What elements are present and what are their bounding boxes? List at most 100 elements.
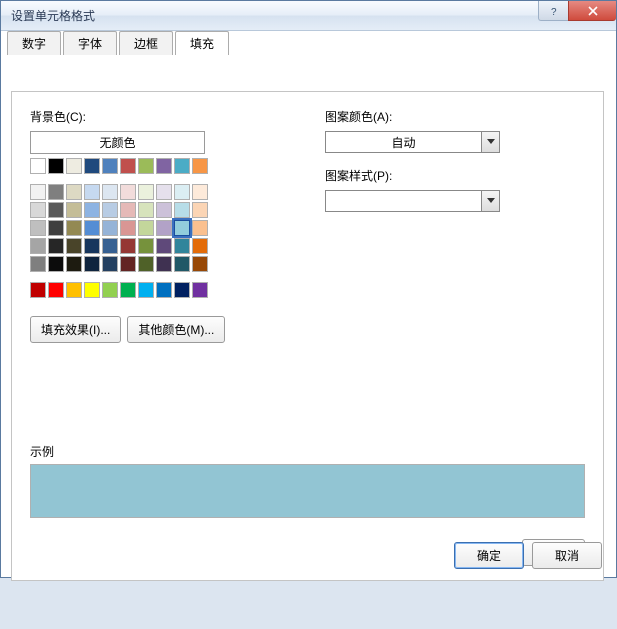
color-swatch[interactable] <box>48 202 64 218</box>
titlebar: 设置单元格格式 ? <box>1 1 616 31</box>
svg-text:?: ? <box>551 7 557 16</box>
color-swatch[interactable] <box>48 158 64 174</box>
color-swatch[interactable] <box>102 202 118 218</box>
color-swatch[interactable] <box>48 184 64 200</box>
tab-border[interactable]: 边框 <box>119 31 173 55</box>
color-swatch[interactable] <box>138 184 154 200</box>
color-swatch[interactable] <box>30 158 46 174</box>
sample-label: 示例 <box>30 443 585 460</box>
color-swatch[interactable] <box>102 238 118 254</box>
fill-effects-button[interactable]: 填充效果(I)... <box>30 316 121 343</box>
color-swatch[interactable] <box>120 256 136 272</box>
color-swatch[interactable] <box>66 238 82 254</box>
color-swatch[interactable] <box>120 282 136 298</box>
color-swatch[interactable] <box>48 256 64 272</box>
color-swatch[interactable] <box>174 202 190 218</box>
dialog-window: 设置单元格格式 ? 数字 字体 边框 填充 背景色(C): 无颜色 <box>0 0 617 578</box>
no-color-option[interactable]: 无颜色 <box>30 131 205 154</box>
color-swatch[interactable] <box>174 238 190 254</box>
color-swatch[interactable] <box>120 238 136 254</box>
color-swatch[interactable] <box>192 238 208 254</box>
color-swatch[interactable] <box>84 282 100 298</box>
color-swatch[interactable] <box>30 184 46 200</box>
color-swatch[interactable] <box>192 282 208 298</box>
patternstyle-value <box>326 191 481 211</box>
color-swatch[interactable] <box>192 220 208 236</box>
color-swatch[interactable] <box>138 256 154 272</box>
bgcolor-label: 背景色(C): <box>30 108 295 125</box>
color-swatch[interactable] <box>120 202 136 218</box>
color-swatch[interactable] <box>174 282 190 298</box>
color-palette <box>30 158 210 298</box>
color-swatch[interactable] <box>102 256 118 272</box>
color-swatch[interactable] <box>156 256 172 272</box>
chevron-down-icon <box>481 132 499 152</box>
color-swatch[interactable] <box>102 282 118 298</box>
sample-preview <box>30 464 585 518</box>
patternstyle-label: 图案样式(P): <box>325 167 585 184</box>
window-title: 设置单元格格式 <box>11 7 95 24</box>
color-swatch[interactable] <box>192 256 208 272</box>
color-swatch[interactable] <box>84 202 100 218</box>
color-swatch[interactable] <box>102 220 118 236</box>
color-swatch[interactable] <box>84 220 100 236</box>
color-swatch[interactable] <box>66 158 82 174</box>
color-swatch[interactable] <box>66 256 82 272</box>
color-swatch[interactable] <box>138 238 154 254</box>
color-swatch[interactable] <box>84 158 100 174</box>
color-swatch[interactable] <box>192 158 208 174</box>
window-controls: ? <box>538 1 616 21</box>
color-swatch[interactable] <box>174 256 190 272</box>
color-swatch[interactable] <box>156 282 172 298</box>
color-swatch[interactable] <box>30 256 46 272</box>
color-swatch[interactable] <box>156 238 172 254</box>
color-swatch[interactable] <box>120 184 136 200</box>
patterncolor-label: 图案颜色(A): <box>325 108 585 125</box>
other-color-button[interactable]: 其他颜色(M)... <box>127 316 225 343</box>
color-swatch[interactable] <box>120 220 136 236</box>
color-swatch[interactable] <box>66 184 82 200</box>
tab-strip: 数字 字体 边框 填充 <box>7 31 231 55</box>
patterncolor-combo[interactable]: 自动 <box>325 131 500 153</box>
patternstyle-combo[interactable] <box>325 190 500 212</box>
color-swatch[interactable] <box>30 282 46 298</box>
color-swatch[interactable] <box>66 202 82 218</box>
color-swatch[interactable] <box>66 220 82 236</box>
tab-fill[interactable]: 填充 <box>175 31 229 55</box>
color-swatch[interactable] <box>48 282 64 298</box>
color-swatch[interactable] <box>66 282 82 298</box>
color-swatch[interactable] <box>84 256 100 272</box>
color-swatch[interactable] <box>192 202 208 218</box>
color-swatch[interactable] <box>138 202 154 218</box>
color-swatch[interactable] <box>138 220 154 236</box>
dialog-body: 背景色(C): 无颜色 填充效果(I)... 其他颜色(M)... 图案颜色(A… <box>11 91 604 581</box>
color-swatch[interactable] <box>120 158 136 174</box>
color-swatch[interactable] <box>156 184 172 200</box>
patterncolor-value: 自动 <box>326 132 481 152</box>
color-swatch[interactable] <box>84 184 100 200</box>
tab-number[interactable]: 数字 <box>7 31 61 55</box>
close-button[interactable] <box>568 1 616 21</box>
color-swatch[interactable] <box>156 158 172 174</box>
color-swatch[interactable] <box>174 220 190 236</box>
ok-button[interactable]: 确定 <box>454 542 524 569</box>
color-swatch[interactable] <box>48 220 64 236</box>
color-swatch[interactable] <box>30 220 46 236</box>
color-swatch[interactable] <box>138 282 154 298</box>
cancel-button[interactable]: 取消 <box>532 542 602 569</box>
chevron-down-icon <box>481 191 499 211</box>
color-swatch[interactable] <box>102 184 118 200</box>
color-swatch[interactable] <box>174 184 190 200</box>
color-swatch[interactable] <box>84 238 100 254</box>
tab-font[interactable]: 字体 <box>63 31 117 55</box>
color-swatch[interactable] <box>30 202 46 218</box>
color-swatch[interactable] <box>48 238 64 254</box>
color-swatch[interactable] <box>156 220 172 236</box>
help-button[interactable]: ? <box>538 1 568 21</box>
color-swatch[interactable] <box>30 238 46 254</box>
color-swatch[interactable] <box>102 158 118 174</box>
color-swatch[interactable] <box>174 158 190 174</box>
color-swatch[interactable] <box>156 202 172 218</box>
color-swatch[interactable] <box>138 158 154 174</box>
color-swatch[interactable] <box>192 184 208 200</box>
